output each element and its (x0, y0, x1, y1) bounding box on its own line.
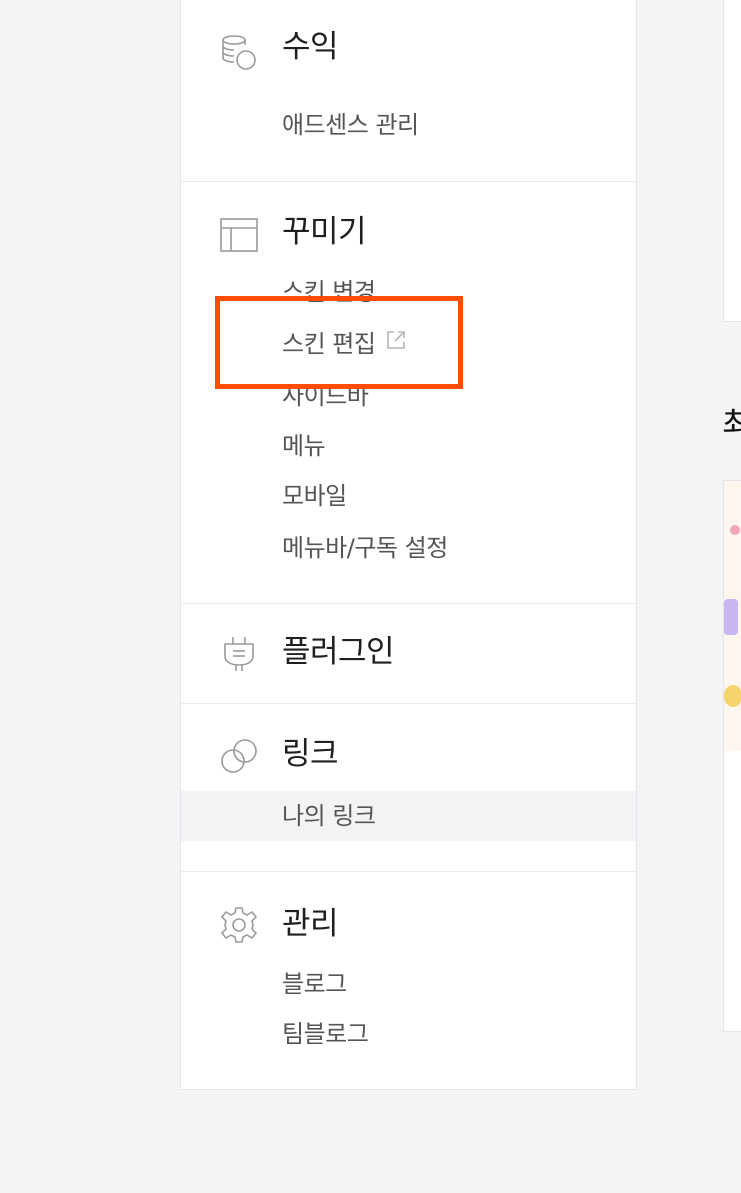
post-thumbnail[interactable] (724, 481, 741, 751)
menu-item-adsense[interactable]: 애드센스 관리 (282, 109, 419, 141)
thumbnail-decoration (730, 525, 740, 535)
plug-icon (219, 634, 259, 674)
section-customize: 꾸미기 스킨 변경 스킨 편집 사이드바 메뉴 모바일 메뉴바/구독 설정 (181, 181, 636, 604)
menu-item-mobile[interactable]: 모바일 (282, 480, 347, 512)
highlight-box (215, 296, 463, 389)
section-title-link[interactable]: 링크 (282, 734, 339, 774)
menu-item-menubar-subscribe[interactable]: 메뉴바/구독 설정 (282, 532, 448, 564)
thumbnail-decoration (724, 685, 741, 707)
section-title-manage[interactable]: 관리 (282, 904, 339, 944)
section-title-plugin[interactable]: 플러그인 (282, 632, 395, 672)
menu-item-blog[interactable]: 블로그 (282, 968, 347, 1000)
section-manage: 관리 블로그 팀블로그 (181, 871, 636, 1090)
main-card-bottom (723, 480, 741, 1032)
menu-item-my-link[interactable]: 나의 링크 (181, 791, 636, 841)
section-title-customize[interactable]: 꾸미기 (282, 212, 367, 252)
thumbnail-decoration (724, 599, 738, 635)
gear-icon (219, 905, 259, 945)
link-icon (219, 736, 259, 776)
menu-item-menu[interactable]: 메뉴 (282, 430, 326, 462)
layout-icon (219, 215, 259, 255)
admin-sidebar: 수익 애드센스 관리 꾸미기 스킨 변경 스킨 편집 사이드바 메뉴 모바일 메… (180, 0, 637, 1090)
section-revenue: 수익 애드센스 관리 (181, 0, 636, 181)
main-card-top (723, 0, 741, 322)
section-plugin: 플러그인 (181, 603, 636, 704)
section-title-revenue[interactable]: 수익 (282, 27, 339, 67)
main-section-heading: 최 (722, 405, 741, 443)
coins-icon (219, 32, 259, 72)
menu-item-team-blog[interactable]: 팀블로그 (282, 1018, 369, 1050)
section-link: 링크 나의 링크 (181, 703, 636, 872)
